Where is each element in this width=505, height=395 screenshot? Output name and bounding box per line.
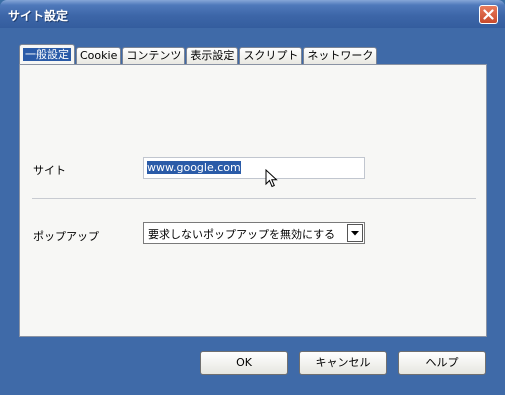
tab-general-label: 一般設定: [23, 48, 71, 61]
tab-network[interactable]: ネットワーク: [303, 47, 378, 64]
tab-content-label: コンテンツ: [126, 49, 182, 62]
tab-general[interactable]: 一般設定: [19, 44, 75, 64]
tab-network-label: ネットワーク: [307, 49, 374, 62]
tab-display[interactable]: 表示設定: [186, 47, 239, 64]
title-bar[interactable]: サイト設定: [0, 0, 505, 28]
close-button[interactable]: [479, 5, 498, 24]
tab-content[interactable]: コンテンツ: [122, 47, 186, 64]
site-input-value: www.google.com: [147, 161, 241, 174]
general-settings-panel: サイト www.google.com ポップアップ 要求しないポップアップを無効…: [19, 64, 487, 337]
popup-select-value: 要求しないポップアップを無効にする: [148, 228, 336, 241]
mouse-pointer-icon: [265, 169, 278, 188]
tab-cookie[interactable]: Cookie: [76, 47, 122, 64]
site-label: サイト: [33, 164, 66, 177]
window-title: サイト設定: [8, 9, 69, 23]
cancel-button[interactable]: キャンセル: [299, 351, 387, 375]
tab-display-label: 表示設定: [190, 49, 235, 62]
dropdown-button[interactable]: [347, 224, 363, 242]
site-input[interactable]: www.google.com: [143, 157, 365, 179]
close-icon: [483, 9, 494, 20]
tab-script-label: スクリプト: [243, 49, 299, 62]
tab-cookie-label: Cookie: [80, 49, 118, 62]
chevron-down-icon: [351, 230, 359, 235]
dialog-client-area: 一般設定 Cookie コンテンツ 表示設定 スクリプト ネットワーク サイト …: [4, 28, 501, 391]
popup-select[interactable]: 要求しないポップアップを無効にする: [143, 222, 365, 244]
tab-strip: 一般設定 Cookie コンテンツ 表示設定 スクリプト ネットワーク: [19, 44, 378, 64]
popup-label: ポップアップ: [33, 230, 99, 243]
help-button[interactable]: ヘルプ: [398, 351, 486, 375]
site-settings-dialog: サイト設定 一般設定 Cookie コンテンツ 表示設定 スクリプト ネットワー…: [0, 0, 505, 395]
tab-script[interactable]: スクリプト: [239, 47, 303, 64]
ok-button[interactable]: OK: [200, 351, 288, 375]
separator: [32, 198, 476, 199]
